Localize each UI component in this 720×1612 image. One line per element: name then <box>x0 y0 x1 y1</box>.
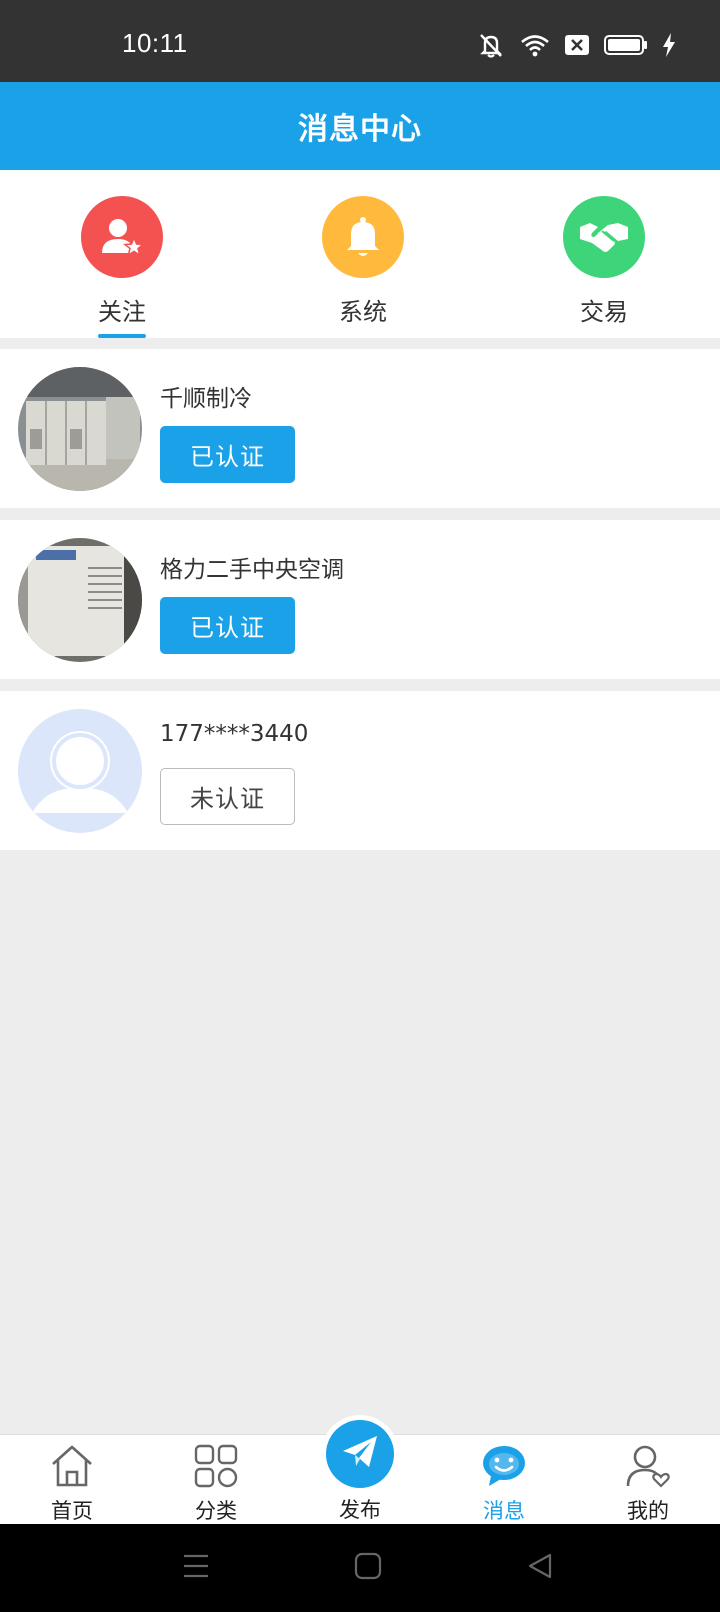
list-item[interactable]: 格力二手中央空调 已认证 <box>0 520 720 679</box>
status-icons <box>476 30 676 60</box>
home-button-icon[interactable] <box>354 1552 382 1584</box>
tab-follow[interactable]: 关注 <box>42 196 202 338</box>
paper-plane-icon <box>341 1434 379 1474</box>
active-tab-indicator <box>98 334 146 338</box>
grid-icon <box>194 1443 238 1489</box>
status-badge: 已认证 <box>160 597 295 654</box>
sim-off-icon <box>564 34 590 56</box>
contact-name: 千顺制冷 <box>160 386 252 412</box>
system-nav-bar <box>0 1524 720 1612</box>
nav-mine[interactable]: 我的 <box>576 1435 720 1525</box>
page-title: 消息中心 <box>298 112 422 147</box>
nav-home[interactable]: 首页 <box>0 1435 144 1525</box>
handshake-icon <box>563 196 645 278</box>
list-item[interactable]: 千顺制冷 已认证 <box>0 349 720 508</box>
avatar <box>18 538 142 662</box>
default-user-icon <box>18 709 142 833</box>
contact-name: 177****3440 <box>160 721 309 747</box>
follow-star-icon <box>81 196 163 278</box>
back-icon[interactable] <box>526 1552 554 1584</box>
chat-face-icon <box>481 1443 527 1489</box>
mute-icon <box>476 32 506 58</box>
list-item[interactable]: 177****3440 未认证 <box>0 691 720 850</box>
home-icon <box>49 1443 95 1489</box>
tab-system-label: 系统 <box>339 298 387 326</box>
nav-messages-label: 消息 <box>483 1499 525 1523</box>
message-list: 千顺制冷 已认证 格力二手中央空调 已认证 177****3440 未认证 <box>0 349 720 862</box>
menu-icon[interactable] <box>182 1552 210 1584</box>
nav-category-label: 分类 <box>195 1499 237 1523</box>
tab-follow-label: 关注 <box>98 298 146 326</box>
avatar <box>18 367 142 491</box>
status-badge: 已认证 <box>160 426 295 483</box>
charging-icon <box>662 33 676 57</box>
tab-trade[interactable]: 交易 <box>524 196 684 338</box>
status-badge: 未认证 <box>160 768 295 825</box>
publish-button[interactable] <box>326 1420 394 1488</box>
nav-category[interactable]: 分类 <box>144 1435 288 1525</box>
wifi-icon <box>520 33 550 57</box>
nav-publish-label: 发布 <box>339 1498 381 1522</box>
tab-system[interactable]: 系统 <box>283 196 443 338</box>
bell-icon <box>322 196 404 278</box>
tab-trade-label: 交易 <box>580 298 628 326</box>
battery-icon <box>604 34 648 56</box>
status-bar: 10:11 <box>0 0 720 82</box>
app-header: 消息中心 <box>0 82 720 170</box>
nav-mine-label: 我的 <box>627 1499 669 1523</box>
category-tabs: 关注 系统 交易 <box>0 170 720 338</box>
contact-name: 格力二手中央空调 <box>160 557 344 583</box>
status-time: 10:11 <box>122 28 188 58</box>
user-heart-icon <box>625 1443 671 1489</box>
nav-messages[interactable]: 消息 <box>432 1435 576 1525</box>
nav-home-label: 首页 <box>51 1499 93 1523</box>
